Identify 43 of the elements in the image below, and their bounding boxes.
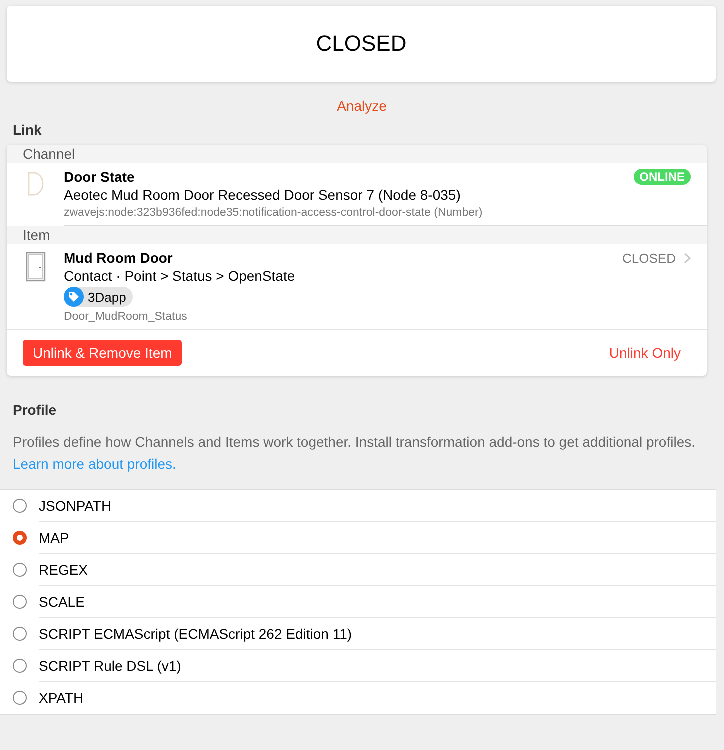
channel-icon (26, 171, 44, 197)
item-type: Contact · Point > Status > OpenState (64, 268, 296, 284)
tag-chip: 3Dapp (64, 287, 134, 307)
profile-option[interactable]: JSONPATH (0, 490, 716, 522)
profile-option[interactable]: REGEX (0, 554, 716, 586)
status-badge: ONLINE (634, 169, 691, 185)
radio-button[interactable] (13, 691, 27, 705)
profile-option[interactable]: SCALE (0, 586, 716, 618)
option-label: REGEX (39, 562, 88, 578)
unlink-remove-button[interactable]: Unlink & Remove Item (23, 340, 182, 366)
radio-button[interactable] (13, 563, 27, 577)
unlink-button[interactable]: Unlink Only (609, 340, 681, 366)
profile-option[interactable]: SCRIPT Rule DSL (v1) (0, 650, 716, 682)
radio-button[interactable] (13, 627, 27, 641)
section-title: Link (13, 122, 43, 138)
group-label: Channel (7, 145, 707, 163)
door-icon (26, 252, 46, 282)
radio-button[interactable] (13, 659, 27, 673)
option-label: XPATH (39, 690, 84, 706)
item-id: Door_MudRoom_Status (64, 311, 188, 323)
state-value: CLOSED (316, 31, 407, 57)
profile-description: Profiles define how Channels and Items work together. Install transformation add-ons to get additional profiles. Learn more about profiles. (13, 433, 696, 474)
thing-label: Aeotec Mud Room Door Recessed Door Sensor 7 (Node 8-035) (64, 187, 462, 203)
option-label: SCRIPT ECMAScript (ECMAScript 262 Edition 11) (39, 626, 352, 642)
tag-icon (64, 287, 84, 307)
channel-uid: zwavejs:node:323b936fed:node35:notification-access-control-door-state (Number) (64, 207, 484, 219)
item-state: CLOSED (622, 250, 676, 266)
group-label: Item (7, 226, 707, 244)
radio-button[interactable] (13, 499, 27, 513)
option-label: JSONPATH (39, 498, 112, 514)
chevron-icon (684, 252, 691, 264)
profile-option[interactable]: MAP (0, 522, 716, 554)
profile-option[interactable]: XPATH (0, 682, 716, 714)
radio-button[interactable] (13, 531, 27, 545)
option-label: SCALE (39, 594, 85, 610)
channel-name: Door State (64, 169, 135, 185)
item-name: Mud Room Door (64, 250, 173, 266)
radio-button[interactable] (13, 595, 27, 609)
item-row[interactable]: Mud Room Door CLOSED Contact · Point > Status > OpenState 3Dapp Door_MudRoom_Status (7, 244, 707, 330)
profile-option[interactable]: SCRIPT ECMAScript (ECMAScript 262 Edition 11) (0, 618, 716, 650)
option-label: MAP (39, 530, 70, 546)
option-label: SCRIPT Rule DSL (v1) (39, 658, 182, 674)
section-title: Profile (13, 402, 58, 418)
